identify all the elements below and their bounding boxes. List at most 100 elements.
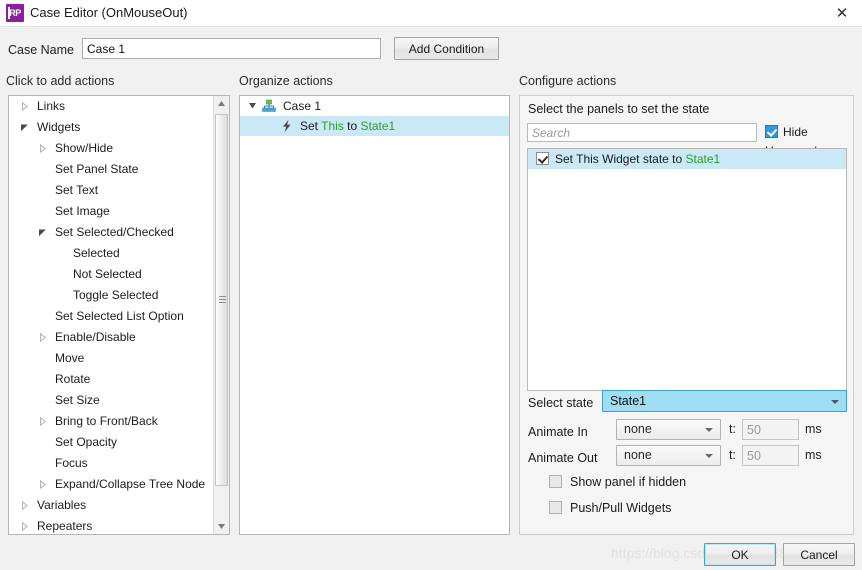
animate-in-duration-input[interactable] bbox=[742, 419, 799, 440]
action-tree-scrollbar[interactable] bbox=[213, 96, 229, 534]
action-tree-item-label: Show/Hide bbox=[55, 141, 114, 155]
action-tree-item[interactable]: Widgets bbox=[9, 117, 213, 138]
push-pull-checkbox-box bbox=[549, 501, 562, 514]
action-tree-item-label: Focus bbox=[55, 456, 88, 470]
action-target: This bbox=[321, 119, 344, 133]
action-tree-item-label: Set Panel State bbox=[55, 162, 139, 176]
animate-out-t-label: t: bbox=[729, 448, 736, 462]
action-tree-item[interactable]: Show/Hide bbox=[9, 138, 213, 159]
select-state-value: State1 bbox=[610, 394, 647, 408]
tree-twisty-expanded-icon[interactable] bbox=[17, 117, 31, 138]
left-column-header: Click to add actions bbox=[6, 74, 115, 88]
window-title: Case Editor (OnMouseOut) bbox=[30, 5, 188, 20]
case-name-input[interactable] bbox=[82, 38, 381, 59]
action-tree-item[interactable]: Not Selected bbox=[9, 264, 213, 285]
animate-out-duration-input[interactable] bbox=[742, 445, 799, 466]
show-panel-if-hidden-checkbox[interactable]: Show panel if hidden bbox=[549, 475, 686, 489]
animate-in-dropdown[interactable]: none bbox=[616, 419, 721, 440]
animate-out-label: Animate Out bbox=[528, 451, 598, 465]
action-tree-item-label: Set Selected/Checked bbox=[55, 225, 174, 239]
push-pull-label: Push/Pull Widgets bbox=[570, 501, 672, 515]
action-tree-item[interactable]: Set Panel State bbox=[9, 159, 213, 180]
panel-item-prefix: Set This Widget state to bbox=[555, 152, 686, 166]
action-tree-item[interactable]: Set Selected/Checked bbox=[9, 222, 213, 243]
action-tree-item[interactable]: Set Size bbox=[9, 390, 213, 411]
case-tree-node[interactable]: Case 1 bbox=[240, 96, 509, 116]
tree-twisty-collapsed-icon[interactable] bbox=[35, 327, 49, 348]
chevron-down-icon bbox=[705, 454, 713, 458]
action-tree-item[interactable]: Move bbox=[9, 348, 213, 369]
action-middle: to bbox=[343, 119, 361, 133]
tree-twisty-collapsed-icon[interactable] bbox=[17, 96, 31, 117]
chevron-down-icon bbox=[831, 400, 839, 404]
action-tree-item-label: Widgets bbox=[37, 120, 81, 134]
scrollbar-grip-icon bbox=[219, 296, 226, 304]
tree-twisty-collapsed-icon[interactable] bbox=[35, 474, 49, 495]
mid-column-header: Organize actions bbox=[239, 74, 333, 88]
animate-out-dropdown[interactable]: none bbox=[616, 445, 721, 466]
panel-list-item[interactable]: Set This Widget state to State1 bbox=[528, 149, 846, 169]
action-tree-item[interactable]: Expand/Collapse Tree Node bbox=[9, 474, 213, 495]
action-tree-item-label: Move bbox=[55, 351, 85, 365]
case-editor-dialog: RP Case Editor (OnMouseOut) ✕ Case Name … bbox=[0, 0, 862, 570]
action-tree-list[interactable]: Links Widgets Show/Hide Set Panel State Set … bbox=[9, 96, 213, 534]
action-tree-item-label: Selected bbox=[73, 246, 120, 260]
action-tree-item[interactable]: Bring to Front/Back bbox=[9, 411, 213, 432]
organize-actions-panel: Case 1 Set This to State1 bbox=[239, 95, 510, 535]
action-tree-item-label: Rotate bbox=[55, 372, 91, 386]
action-state: State1 bbox=[360, 119, 396, 133]
action-tree-panel: Links Widgets Show/Hide Set Panel State Set … bbox=[8, 95, 230, 535]
action-tree-item[interactable]: Set Selected List Option bbox=[9, 306, 213, 327]
action-tree-item[interactable]: Set Image bbox=[9, 201, 213, 222]
show-panel-label: Show panel if hidden bbox=[570, 475, 687, 489]
case-name-label: Case Name bbox=[8, 43, 74, 57]
action-tree-item-label: Links bbox=[37, 99, 66, 113]
action-tree-item[interactable]: Repeaters bbox=[9, 516, 213, 534]
tree-twisty-collapsed-icon[interactable] bbox=[17, 516, 31, 534]
tree-twisty-collapsed-icon[interactable] bbox=[35, 138, 49, 159]
hide-unnamed-checkbox[interactable]: Hide Unnamed bbox=[765, 123, 853, 158]
tree-twisty-collapsed-icon[interactable] bbox=[17, 495, 31, 516]
action-tree-item[interactable]: Focus bbox=[9, 453, 213, 474]
action-tree-item[interactable]: Links bbox=[9, 96, 213, 117]
scroll-up-arrow-icon[interactable] bbox=[214, 96, 229, 112]
action-tree-item-label: Set Text bbox=[55, 183, 99, 197]
ok-button[interactable]: OK bbox=[704, 543, 776, 566]
action-tree-item[interactable]: Selected bbox=[9, 243, 213, 264]
action-tree-node[interactable]: Set This to State1 bbox=[240, 116, 509, 136]
action-tree-item[interactable]: Set Text bbox=[9, 180, 213, 201]
action-tree-item-label: Set Image bbox=[55, 204, 110, 218]
push-pull-widgets-checkbox[interactable]: Push/Pull Widgets bbox=[549, 501, 671, 515]
action-tree-item-label: Toggle Selected bbox=[73, 288, 159, 302]
action-tree-item-label: Set Selected List Option bbox=[55, 309, 184, 323]
chevron-down-icon bbox=[705, 428, 713, 432]
axure-rp-icon: RP bbox=[6, 4, 24, 22]
select-state-dropdown[interactable]: State1 bbox=[602, 390, 847, 412]
animate-in-value: none bbox=[624, 422, 652, 436]
case-node-twisty-icon[interactable] bbox=[246, 96, 258, 116]
hide-unnamed-checkbox-box bbox=[765, 125, 778, 138]
add-condition-button[interactable]: Add Condition bbox=[394, 37, 499, 60]
cancel-button[interactable]: Cancel bbox=[783, 543, 855, 566]
action-tree-item[interactable]: Variables bbox=[9, 495, 213, 516]
action-tree-item-label: Bring to Front/Back bbox=[55, 414, 158, 428]
animate-out-unit-label: ms bbox=[805, 448, 822, 462]
action-prefix: Set bbox=[300, 119, 322, 133]
tree-twisty-expanded-icon[interactable] bbox=[35, 222, 49, 243]
action-tree-item[interactable]: Set Opacity bbox=[9, 432, 213, 453]
tree-twisty-collapsed-icon[interactable] bbox=[35, 411, 49, 432]
configure-section-title: Select the panels to set the state bbox=[528, 102, 710, 116]
action-tree-item-label: Set Size bbox=[55, 393, 100, 407]
action-tree-item[interactable]: Toggle Selected bbox=[9, 285, 213, 306]
panels-list[interactable]: Set This Widget state to State1 bbox=[527, 148, 847, 391]
scroll-down-arrow-icon[interactable] bbox=[214, 518, 229, 534]
action-node-label: Set This to State1 bbox=[300, 116, 395, 136]
action-tree-item[interactable]: Rotate bbox=[9, 369, 213, 390]
search-input[interactable] bbox=[527, 123, 757, 142]
action-tree-item[interactable]: Enable/Disable bbox=[9, 327, 213, 348]
action-tree-item-label: Expand/Collapse Tree Node bbox=[55, 477, 206, 491]
scrollbar-thumb[interactable] bbox=[215, 114, 228, 486]
close-icon[interactable]: ✕ bbox=[822, 0, 862, 27]
animate-out-value: none bbox=[624, 448, 652, 462]
panel-item-checkbox[interactable] bbox=[536, 152, 549, 165]
